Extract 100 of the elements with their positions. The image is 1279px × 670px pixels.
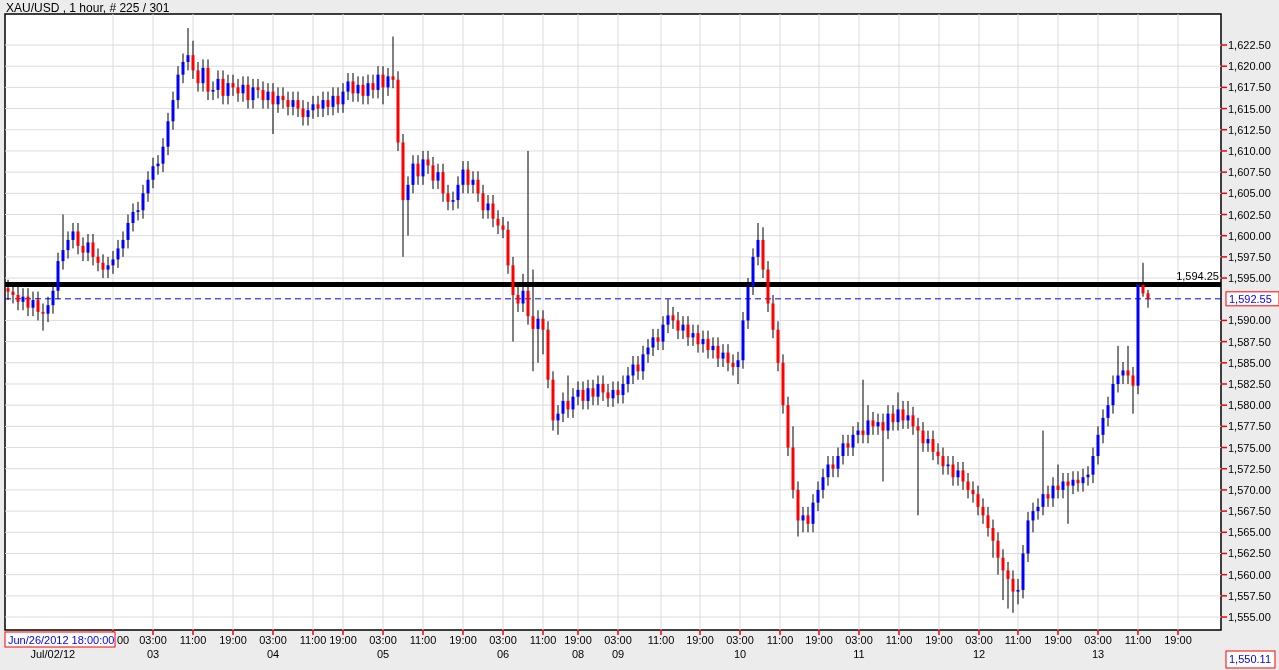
price-axis-label: 1,567.50	[1228, 505, 1271, 518]
candlestick	[456, 175, 460, 210]
date-label: 13	[1091, 648, 1105, 660]
candlestick	[571, 387, 575, 419]
candlestick	[591, 379, 595, 406]
candlestick	[366, 74, 370, 105]
price-axis-label: 1,587.50	[1228, 335, 1271, 348]
candlestick	[191, 40, 195, 80]
price-axis-label: 1,595.00	[1228, 272, 1271, 285]
candlestick	[706, 330, 710, 360]
candlestick	[626, 366, 630, 393]
candlestick	[441, 163, 445, 203]
time-axis-label: 19:00	[1044, 634, 1072, 646]
candlestick	[501, 216, 505, 239]
candlestick	[661, 315, 665, 351]
price-axis-label: 1,585.00	[1228, 356, 1271, 369]
candlestick	[261, 80, 265, 110]
time-axis-label: 11:00	[409, 634, 437, 646]
candlestick	[426, 150, 430, 175]
time-axis-label: 03:00	[845, 634, 873, 646]
candlestick	[71, 222, 75, 249]
candlestick	[216, 69, 220, 99]
price-axis-label: 1,615.00	[1228, 102, 1271, 115]
candlestick	[206, 58, 210, 101]
candlestick	[36, 291, 40, 321]
date-label: 06	[496, 648, 510, 660]
price-axis-label: 1,612.50	[1228, 123, 1271, 136]
candlestick	[496, 209, 500, 235]
candlestick	[821, 468, 825, 499]
candlestick	[266, 82, 270, 110]
time-axis-label: 19:00	[329, 634, 357, 646]
candlestick	[356, 75, 360, 103]
candlestick	[431, 156, 435, 190]
candlestick	[536, 309, 540, 364]
candlestick	[236, 78, 240, 103]
candlestick	[1121, 361, 1125, 385]
candlestick	[641, 345, 645, 381]
candlestick	[151, 157, 155, 189]
candlestick	[636, 355, 640, 381]
candlestick	[666, 298, 670, 334]
price-axis-label: 1,605.00	[1228, 187, 1271, 200]
price-axis-label: 1,597.50	[1228, 250, 1271, 263]
price-axis-label: 1,620.00	[1228, 60, 1271, 73]
time-axis-label: 11:00	[529, 634, 557, 646]
candlestick	[406, 175, 410, 237]
time-axis-label: 11:00	[885, 634, 913, 646]
candlestick	[646, 338, 650, 364]
candlestick	[91, 233, 95, 266]
candlestick	[916, 417, 920, 516]
candlestick	[86, 233, 90, 262]
candlestick	[141, 184, 145, 220]
candlestick	[1061, 472, 1065, 499]
date-label: 03	[146, 648, 160, 660]
time-axis-label: 19:00	[805, 634, 833, 646]
candlestick	[951, 455, 955, 487]
time-axis-label: 11:00	[299, 634, 327, 646]
price-axis-label: 1,582.50	[1228, 378, 1271, 390]
candlestick	[146, 170, 150, 203]
candlestick	[231, 74, 235, 97]
candlestick	[966, 472, 970, 499]
candlestick	[116, 239, 120, 269]
price-axis-label: 1,577.50	[1228, 420, 1271, 433]
candlestick	[911, 406, 915, 436]
candlestick	[1126, 345, 1130, 385]
candlestick	[351, 72, 355, 103]
candlestick	[1056, 464, 1060, 499]
date-label: 05	[376, 648, 390, 660]
candlestick	[726, 343, 730, 372]
candlestick	[896, 391, 900, 432]
candlestick	[1001, 548, 1005, 601]
date-label: 12	[972, 648, 986, 660]
candlestick	[301, 99, 305, 127]
candlestick	[886, 404, 890, 440]
candlestick	[316, 95, 320, 118]
candlestick	[681, 315, 685, 340]
candlestick	[991, 519, 995, 559]
candlestick	[421, 150, 425, 186]
candlestick	[1006, 561, 1010, 610]
candlestick	[256, 78, 260, 99]
date-label: Jul/02/12	[30, 648, 76, 660]
ref-line-label: 1,592.55	[1229, 292, 1272, 305]
date-label: 11	[853, 648, 865, 660]
candlestick	[921, 421, 925, 453]
candlestick	[561, 391, 565, 423]
candlestick	[871, 411, 875, 436]
candlestick	[131, 202, 135, 232]
candlestick	[691, 324, 695, 347]
candlestick	[861, 379, 865, 444]
price-axis-label: 1,555.00	[1228, 611, 1271, 624]
candlestick	[731, 353, 735, 377]
candlestick	[106, 256, 110, 279]
candlestick	[1146, 289, 1150, 309]
candlestick	[836, 447, 840, 478]
price-axis-label: 1,610.00	[1228, 144, 1271, 157]
candlestick	[31, 291, 35, 317]
candlestick	[76, 222, 80, 255]
time-axis-label: 03:00	[259, 634, 287, 646]
time-axis-label: 03:00	[604, 634, 632, 646]
candlestick	[816, 480, 820, 512]
candlestick	[471, 170, 475, 194]
